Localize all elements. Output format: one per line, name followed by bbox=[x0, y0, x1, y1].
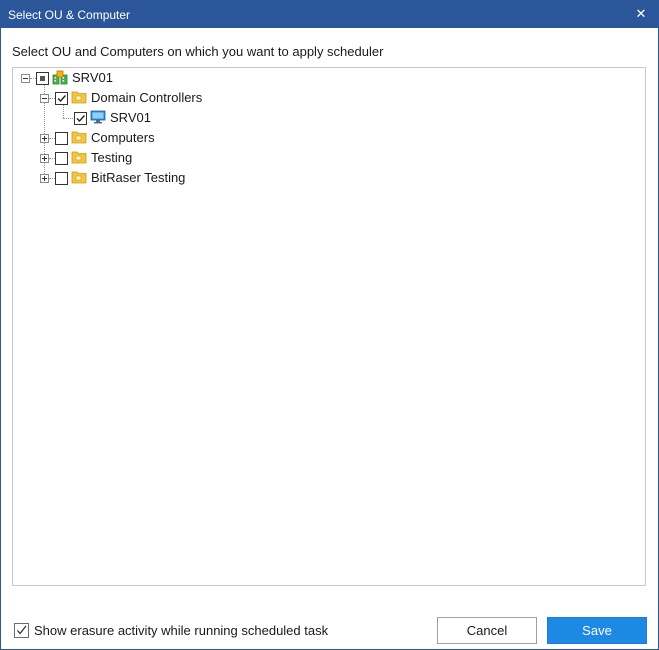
domain-icon bbox=[52, 70, 68, 85]
collapse-root-icon[interactable] bbox=[21, 74, 30, 83]
save-button[interactable]: Save bbox=[547, 617, 647, 644]
tree-connector bbox=[63, 104, 64, 118]
expand-computers-icon[interactable] bbox=[40, 134, 49, 143]
show-activity-checkbox[interactable] bbox=[14, 623, 29, 638]
instruction-text: Select OU and Computers on which you wan… bbox=[12, 44, 384, 59]
tree-item-testing[interactable]: Testing bbox=[91, 150, 132, 166]
dialog-title: Select OU & Computer bbox=[8, 8, 131, 22]
testing-checkbox[interactable] bbox=[55, 152, 68, 165]
tree-item-domain-controllers[interactable]: Domain Controllers bbox=[91, 90, 202, 106]
folder-icon bbox=[71, 170, 87, 184]
computer-icon bbox=[90, 110, 106, 124]
tree-item-bitraser-testing[interactable]: BitRaser Testing bbox=[91, 170, 185, 186]
title-bar: Select OU & Computer ✕ bbox=[1, 1, 658, 28]
tree-item-srv01-computer[interactable]: SRV01 bbox=[110, 110, 151, 126]
close-icon[interactable]: ✕ bbox=[632, 5, 650, 23]
root-checkbox[interactable] bbox=[36, 72, 49, 85]
bitraser-testing-checkbox[interactable] bbox=[55, 172, 68, 185]
computers-checkbox[interactable] bbox=[55, 132, 68, 145]
expand-bitraser-testing-icon[interactable] bbox=[40, 174, 49, 183]
folder-icon bbox=[71, 130, 87, 144]
show-activity-label: Show erasure activity while running sche… bbox=[34, 623, 329, 638]
domain-controllers-checkbox[interactable] bbox=[55, 92, 68, 105]
tree-item-computers[interactable]: Computers bbox=[91, 130, 155, 146]
expand-testing-icon[interactable] bbox=[40, 154, 49, 163]
ou-tree[interactable]: SRV01 Domain Controllers SRV01 Computers… bbox=[12, 67, 646, 586]
folder-icon bbox=[71, 90, 87, 104]
tree-item-root-label[interactable]: SRV01 bbox=[72, 70, 113, 86]
folder-icon bbox=[71, 150, 87, 164]
collapse-domain-controllers-icon[interactable] bbox=[40, 94, 49, 103]
srv01-computer-checkbox[interactable] bbox=[74, 112, 87, 125]
cancel-button[interactable]: Cancel bbox=[437, 617, 537, 644]
dialog-window: Select OU & Computer ✕ Select OU and Com… bbox=[0, 0, 659, 650]
